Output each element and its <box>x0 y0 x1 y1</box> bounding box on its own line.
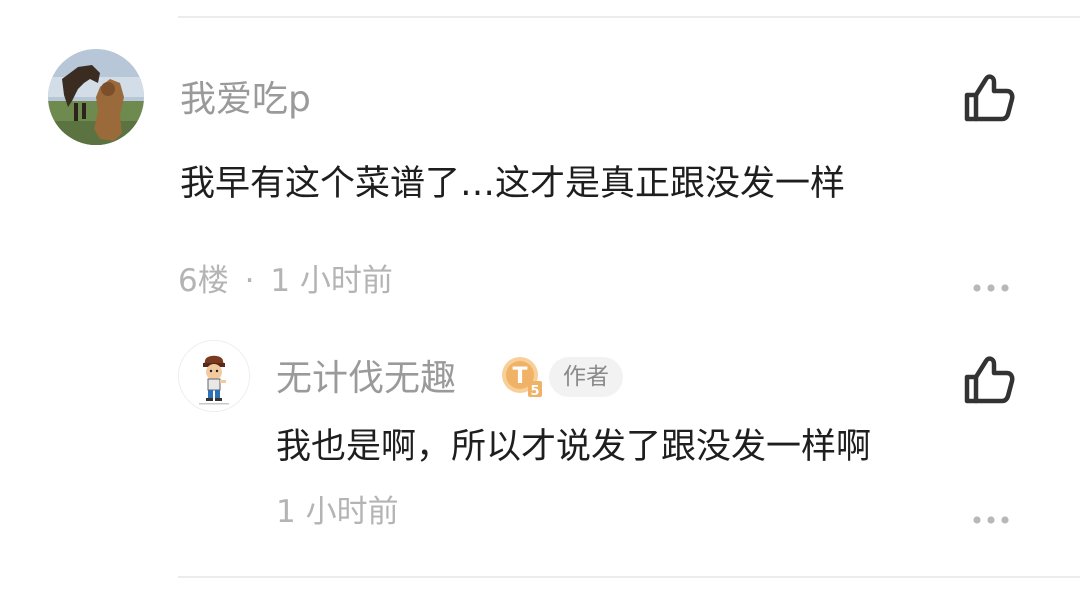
reply-text: 我也是啊，所以才说发了跟没发一样啊 <box>276 427 872 467</box>
comment-username[interactable]: 我爱吃p <box>180 82 311 118</box>
author-tag: 作者 <box>549 357 623 397</box>
more-dots-icon[interactable] <box>972 510 1010 524</box>
comment-meta: 6楼 · 1 小时前 <box>178 266 393 297</box>
horse-avatar[interactable] <box>48 49 144 145</box>
level-badge-letter: T <box>512 364 527 389</box>
bottom-divider <box>178 576 1080 578</box>
floor-number: 6楼 <box>178 263 229 299</box>
thumbs-up-icon[interactable] <box>962 73 1016 123</box>
top-divider <box>178 16 1080 18</box>
comment-text: 我早有这个菜谱了…这才是真正跟没发一样 <box>180 164 846 204</box>
level-badge: T 5 <box>500 355 544 399</box>
meta-separator: · <box>244 263 255 299</box>
more-dots-icon[interactable] <box>972 278 1010 292</box>
reply-username[interactable]: 无计伐无趣 <box>276 361 456 397</box>
cartoon-boy-avatar[interactable] <box>178 340 250 412</box>
level-badge-number: 5 <box>530 384 539 399</box>
comment-time: 1 小时前 <box>270 263 393 299</box>
thumbs-up-icon[interactable] <box>962 355 1016 405</box>
reply-time: 1 小时前 <box>276 494 399 530</box>
